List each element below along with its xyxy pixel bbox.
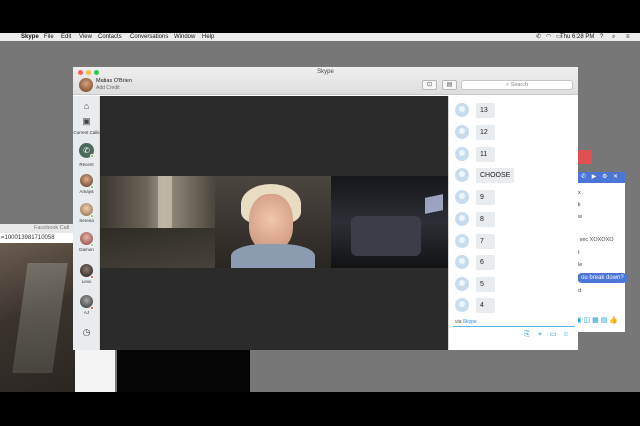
window-title: Skype: [317, 69, 334, 75]
chat-bubble: 12: [476, 125, 495, 140]
menu-edit[interactable]: Edit: [61, 33, 71, 41]
skype-status-icon[interactable]: ✆: [536, 33, 541, 41]
background-window: [75, 347, 115, 392]
sender-avatar: [455, 298, 469, 312]
clock-history-icon[interactable]: ◷: [81, 327, 92, 337]
send-file-icon[interactable]: ⎘: [523, 331, 531, 339]
messenger-row: a sec XOXOXO: [575, 237, 614, 243]
sender-avatar: [455, 234, 469, 248]
dial-pad-icon: ⊡: [426, 82, 433, 88]
sender-avatar: [455, 168, 469, 182]
status-online-dot: [90, 154, 94, 158]
profile-name[interactable]: Matias O'Brien: [96, 78, 132, 84]
sender-avatar: [455, 190, 469, 204]
menu-help[interactable]: Help: [202, 33, 214, 41]
contact-name-lexx[interactable]: Lexx: [73, 279, 100, 284]
sender-avatar: [455, 277, 469, 291]
via-label: via Skype: [455, 319, 477, 325]
dial-pad-button[interactable]: ⊡: [422, 80, 437, 90]
wifi-icon[interactable]: ◠: [546, 33, 551, 41]
chat-bubble: 8: [476, 212, 495, 227]
facebook-call-window[interactable]: Facebook Call =100013981710058: [0, 224, 75, 392]
sidebar: ⌂ ▣ Current Calls ✆ Recent Amaya Serena …: [73, 96, 100, 350]
menu-view[interactable]: View: [79, 33, 92, 41]
chat-bubble: 13: [476, 103, 495, 118]
facebook-call-video: [0, 243, 75, 392]
sender-avatar: [455, 125, 469, 139]
menu-file[interactable]: File: [44, 33, 54, 41]
sender-avatar: [455, 255, 469, 269]
contact-name-serena[interactable]: Serena: [73, 218, 100, 223]
app-menu[interactable]: Skype: [21, 33, 39, 41]
chat-panel: 13 12 11 CHOOSE 9 8 7 6 5 4 via Skype ⎘ …: [448, 96, 578, 350]
help-icon[interactable]: ?: [600, 33, 603, 41]
chat-bubble: 5: [476, 277, 495, 292]
spotlight-icon[interactable]: ⌕: [612, 33, 615, 41]
chat-bubble: 7: [476, 234, 495, 249]
letterbox-bottom: [0, 392, 640, 426]
video-feed-hospital[interactable]: [331, 176, 448, 268]
messenger-sent-bubble: ou break down?: [577, 273, 628, 283]
chat-bubble: 6: [476, 255, 495, 270]
skype-window[interactable]: Skype Matias O'Brien Add Credit ⊡ ▤ ⌕ Se…: [73, 67, 578, 350]
home-icon[interactable]: ⌂: [81, 101, 92, 111]
menu-conversations[interactable]: Conversations: [130, 33, 168, 41]
menu-window[interactable]: Window: [174, 33, 195, 41]
chat-bubble: 4: [476, 298, 495, 313]
profile-avatar[interactable]: [79, 78, 93, 92]
notification-center-icon[interactable]: ≡: [626, 33, 630, 41]
video-message-icon[interactable]: ▭: [549, 331, 557, 339]
via-service-link[interactable]: Skype: [463, 319, 477, 325]
chat-bubble: 11: [476, 147, 495, 162]
sidebar-item-recent[interactable]: Recent: [73, 162, 100, 167]
emoticon-icon[interactable]: ☺: [562, 331, 570, 339]
sidebar-item-current-calls[interactable]: Current Calls: [73, 130, 100, 135]
menu-contacts[interactable]: Contacts: [98, 33, 122, 41]
contact-name-aj[interactable]: AJ: [73, 310, 100, 315]
sender-avatar: [455, 147, 469, 161]
sender-avatar: [455, 103, 469, 117]
search-placeholder: Search: [510, 82, 529, 88]
facebook-call-title: Facebook Call: [0, 224, 75, 233]
menu-clock[interactable]: Thu 6:28 PM: [560, 33, 594, 41]
location-icon[interactable]: ⌖: [536, 331, 544, 339]
search-input[interactable]: ⌕ Search: [461, 80, 573, 90]
video-feed-subway[interactable]: [100, 176, 215, 268]
background-window-dark: [117, 349, 250, 392]
letterbox-top: [0, 0, 640, 33]
facebook-call-url: =100013981710058: [0, 233, 75, 243]
message-input[interactable]: [453, 326, 575, 327]
sender-avatar: [455, 212, 469, 226]
menu-bar: Skype File Edit View Contacts Conversati…: [0, 33, 640, 41]
add-credit-link[interactable]: Add Credit: [96, 85, 120, 91]
contact-name-amaya[interactable]: Amaya: [73, 189, 100, 194]
skype-titlebar: Skype Matias O'Brien Add Credit ⊡ ▤ ⌕ Se…: [73, 67, 578, 95]
chat-bubble: CHOOSE: [476, 168, 515, 183]
contacts-book-button[interactable]: ▤: [442, 80, 457, 90]
chat-bubble: 9: [476, 190, 495, 205]
video-feed-crying-girl[interactable]: [215, 176, 331, 268]
call-area: [100, 96, 448, 350]
contacts-book-icon: ▤: [446, 82, 453, 88]
screen: Skype File Edit View Contacts Conversati…: [0, 0, 640, 426]
contacts-icon[interactable]: ▣: [81, 116, 92, 126]
contact-name-damon[interactable]: Damon: [73, 247, 100, 252]
messenger-toolbar-icons[interactable]: ▣ ◫ ▦ ▤ 👍: [575, 316, 618, 324]
